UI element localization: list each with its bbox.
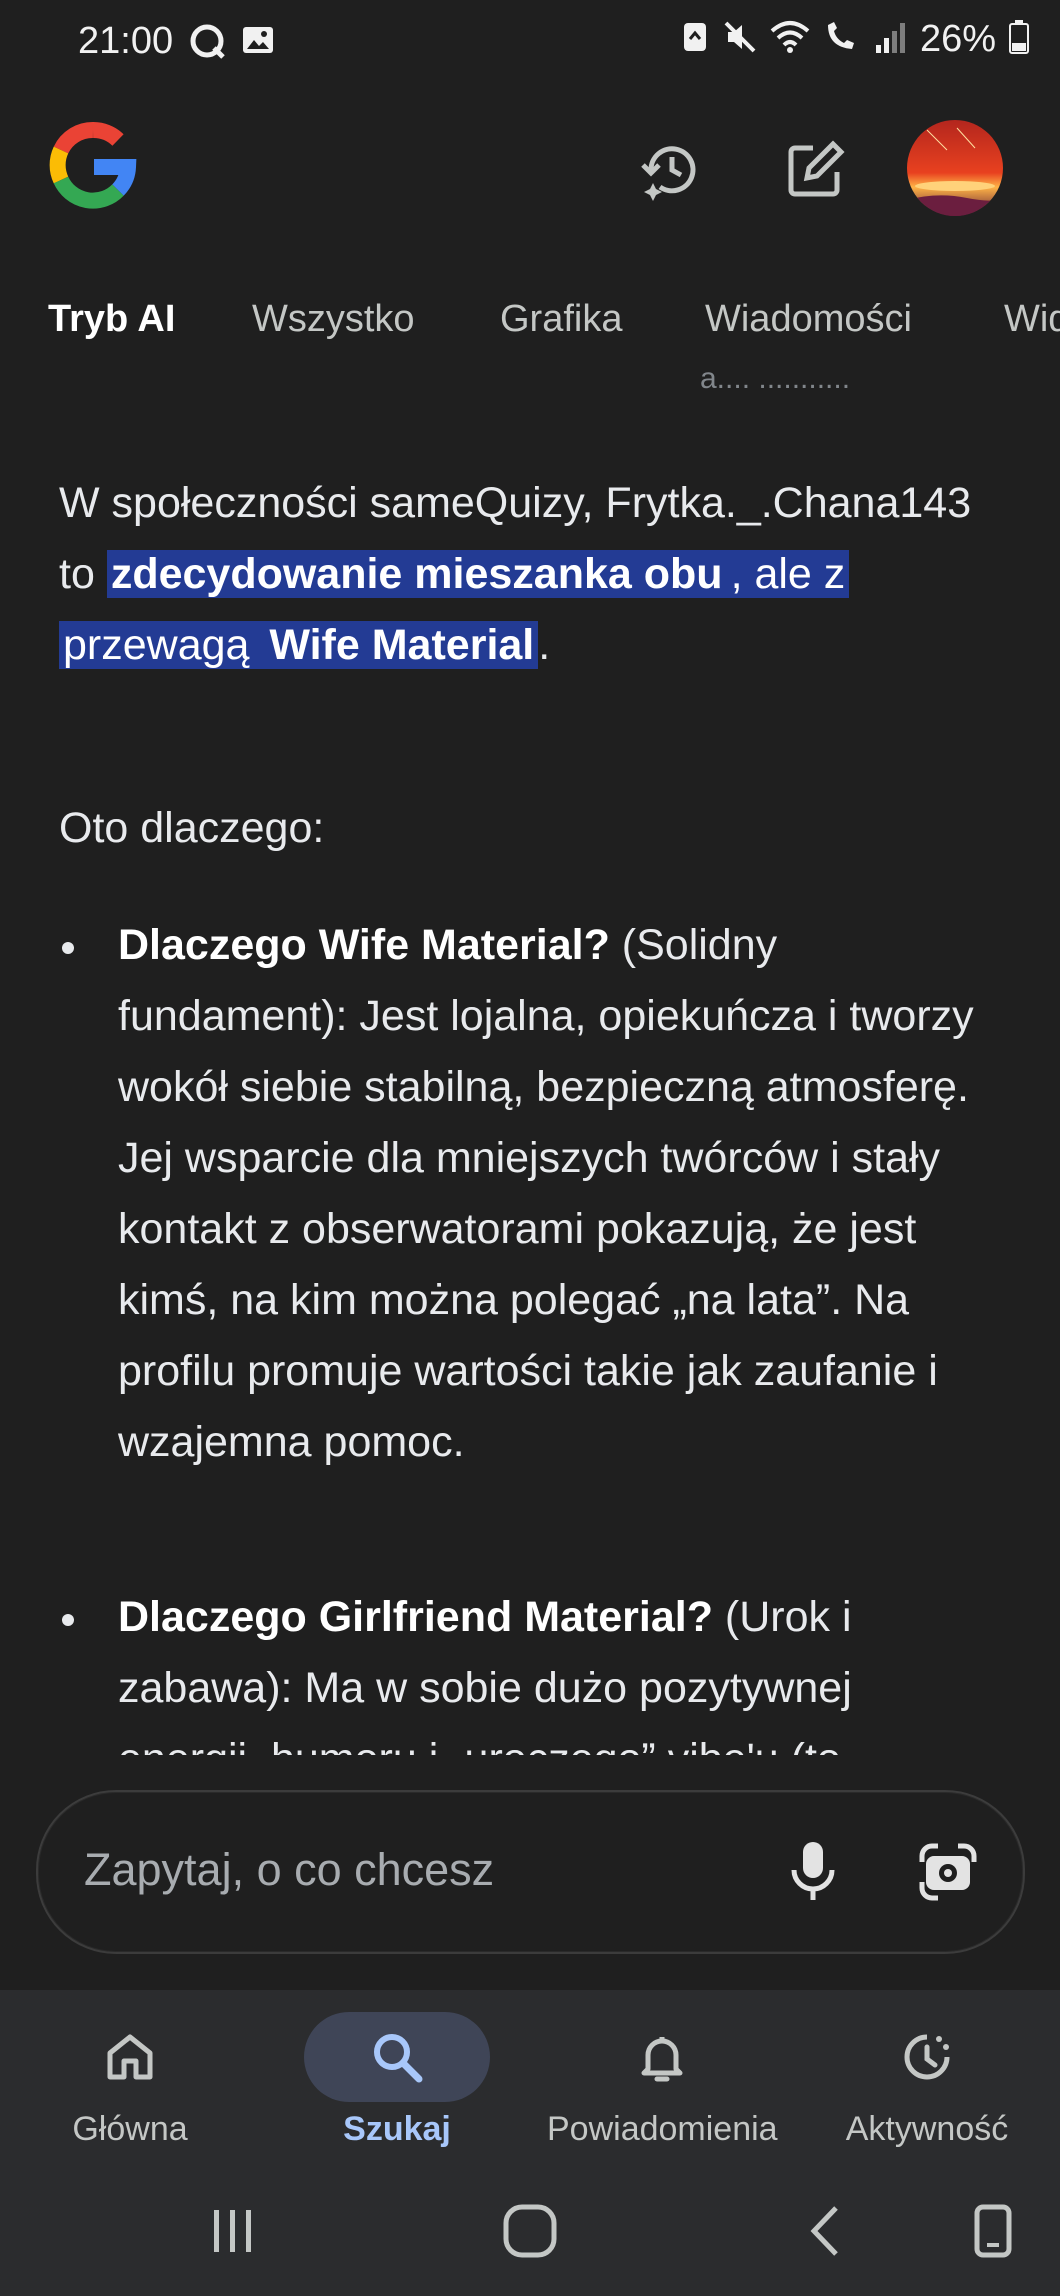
nav-label: Szukaj: [343, 2110, 451, 2148]
recents-button[interactable]: [193, 2196, 273, 2266]
battery-percent: 26%: [919, 18, 996, 60]
google-lens-icon[interactable]: [908, 1832, 988, 1912]
nav-label: Aktywność: [845, 2110, 1009, 2148]
ai-response: a.... ........... W społeczności sameQui…: [0, 370, 1060, 1755]
search-icon: [374, 2034, 423, 2083]
search-box[interactable]: Zapytaj, o co chcesz: [36, 1790, 1025, 1954]
wifi-icon: [770, 19, 810, 60]
clipped-text: a.... ...........: [700, 370, 851, 395]
mic-icon[interactable]: [773, 1832, 853, 1912]
back-button[interactable]: [786, 2196, 866, 2266]
home-icon: [107, 2034, 153, 2080]
status-bar: 21:00 26%: [0, 0, 1060, 84]
bullet: [62, 1614, 74, 1626]
home-button[interactable]: [490, 2196, 570, 2266]
history-icon[interactable]: [632, 130, 712, 210]
signal-icon: [874, 19, 908, 60]
nav-activity[interactable]: Aktywność: [812, 2002, 1042, 2152]
app: 21:00 26% Tryb AI Wszystko Grafika Wiado…: [0, 0, 1060, 1990]
edit-icon[interactable]: [775, 130, 855, 210]
tab-videos[interactable]: Wid: [1004, 298, 1060, 341]
nav-notifications[interactable]: Powiadomienia: [547, 2002, 778, 2152]
google-logo[interactable]: [48, 120, 138, 210]
search-tabs: Tryb AI Wszystko Grafika Wiadomości Wid: [0, 280, 1060, 360]
nav-label: Główna: [72, 2110, 188, 2148]
tab-images[interactable]: Grafika: [500, 298, 622, 341]
tab-news[interactable]: Wiadomości: [705, 298, 912, 341]
gallery-icon: [240, 22, 276, 67]
q-icon: [188, 22, 228, 67]
item-text: (Solidny fundament): Jest lojalna, opiek…: [118, 921, 974, 1466]
lead-text: Oto dlaczego:: [59, 804, 325, 852]
mute-icon: [722, 19, 758, 60]
activity-icon: [904, 2034, 950, 2080]
app-header: [0, 110, 1060, 230]
system-navigation: [0, 2160, 1060, 2296]
bullet: [62, 942, 74, 954]
highlight-1: zdecydowanie mieszanka obu: [106, 550, 727, 598]
nav-label: Powiadomienia: [547, 2110, 778, 2148]
rotate-button[interactable]: [953, 2196, 1033, 2266]
list-item: Dlaczego Wife Material? (Solidny fundame…: [118, 910, 998, 1478]
intro-paragraph: W społeczności sameQuizy, Frytka._.Chana…: [59, 468, 1009, 681]
highlight-3: Wife Material: [265, 621, 539, 669]
battery-icon: [1008, 19, 1030, 60]
nav-search[interactable]: Szukaj: [282, 2002, 512, 2152]
bottom-navigation: Główna Szukaj Powiadomienia Aktywność: [0, 1990, 1060, 2160]
search-placeholder[interactable]: Zapytaj, o co chcesz: [84, 1844, 494, 1896]
item-title: Dlaczego Wife Material?: [118, 921, 610, 969]
nav-home[interactable]: Główna: [15, 2002, 245, 2152]
bell-icon: [641, 2037, 683, 2082]
avatar[interactable]: [907, 120, 1003, 216]
recycle-icon: [680, 19, 710, 60]
item-title: Dlaczego Girlfriend Material?: [118, 1593, 713, 1641]
intro-end: .: [538, 621, 551, 669]
list-item: Dlaczego Girlfriend Material? (Urok i za…: [118, 1582, 998, 1755]
tab-ai-mode[interactable]: Tryb AI: [48, 298, 175, 341]
status-time: 21:00: [78, 20, 174, 62]
tab-all[interactable]: Wszystko: [252, 298, 415, 341]
wifi-calling-icon: [822, 19, 862, 60]
